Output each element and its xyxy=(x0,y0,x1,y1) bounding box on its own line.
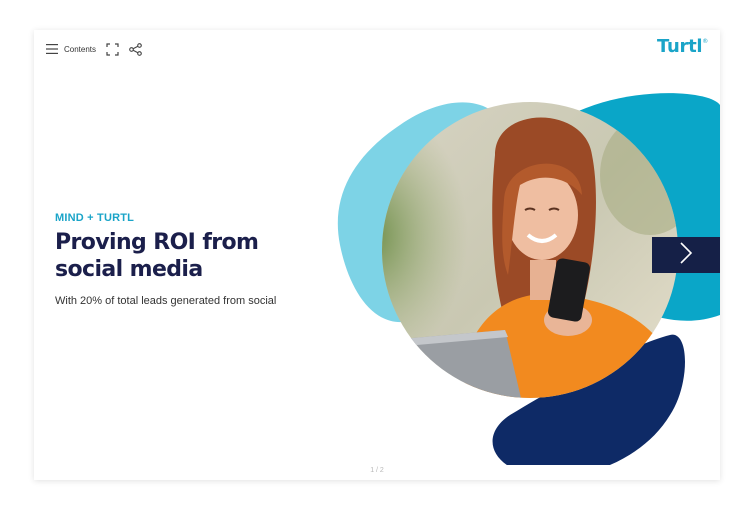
fullscreen-icon[interactable] xyxy=(106,42,119,56)
share-icon[interactable] xyxy=(129,42,142,56)
page-indicator: 1 / 2 xyxy=(370,467,384,474)
logo-registered-mark: ® xyxy=(702,38,708,45)
turtl-logo: Turtl® xyxy=(657,36,708,57)
chevron-right-icon xyxy=(679,241,693,270)
eyebrow-label: MIND + TURTL xyxy=(55,212,135,224)
slide-text: MIND + TURTL Proving ROI from social med… xyxy=(55,212,345,307)
title-line-2: social media xyxy=(55,257,203,282)
title-line-1: Proving ROI from xyxy=(55,230,259,255)
slide-card: Contents Turtl® MIND + TURTL Proving ROI… xyxy=(34,30,720,480)
subtitle: With 20% of total leads generated from s… xyxy=(55,295,277,307)
contents-label: Contents xyxy=(64,44,97,54)
page-title: Proving ROI from social media xyxy=(55,229,345,283)
next-slide-button[interactable] xyxy=(652,237,720,273)
menu-icon xyxy=(46,44,58,54)
toolbar: Contents xyxy=(46,40,142,58)
contents-button[interactable]: Contents xyxy=(46,44,96,54)
page: Contents Turtl® MIND + TURTL Proving ROI… xyxy=(0,0,754,512)
hero-illustration xyxy=(337,93,720,465)
logo-text: Turtl xyxy=(657,36,703,57)
